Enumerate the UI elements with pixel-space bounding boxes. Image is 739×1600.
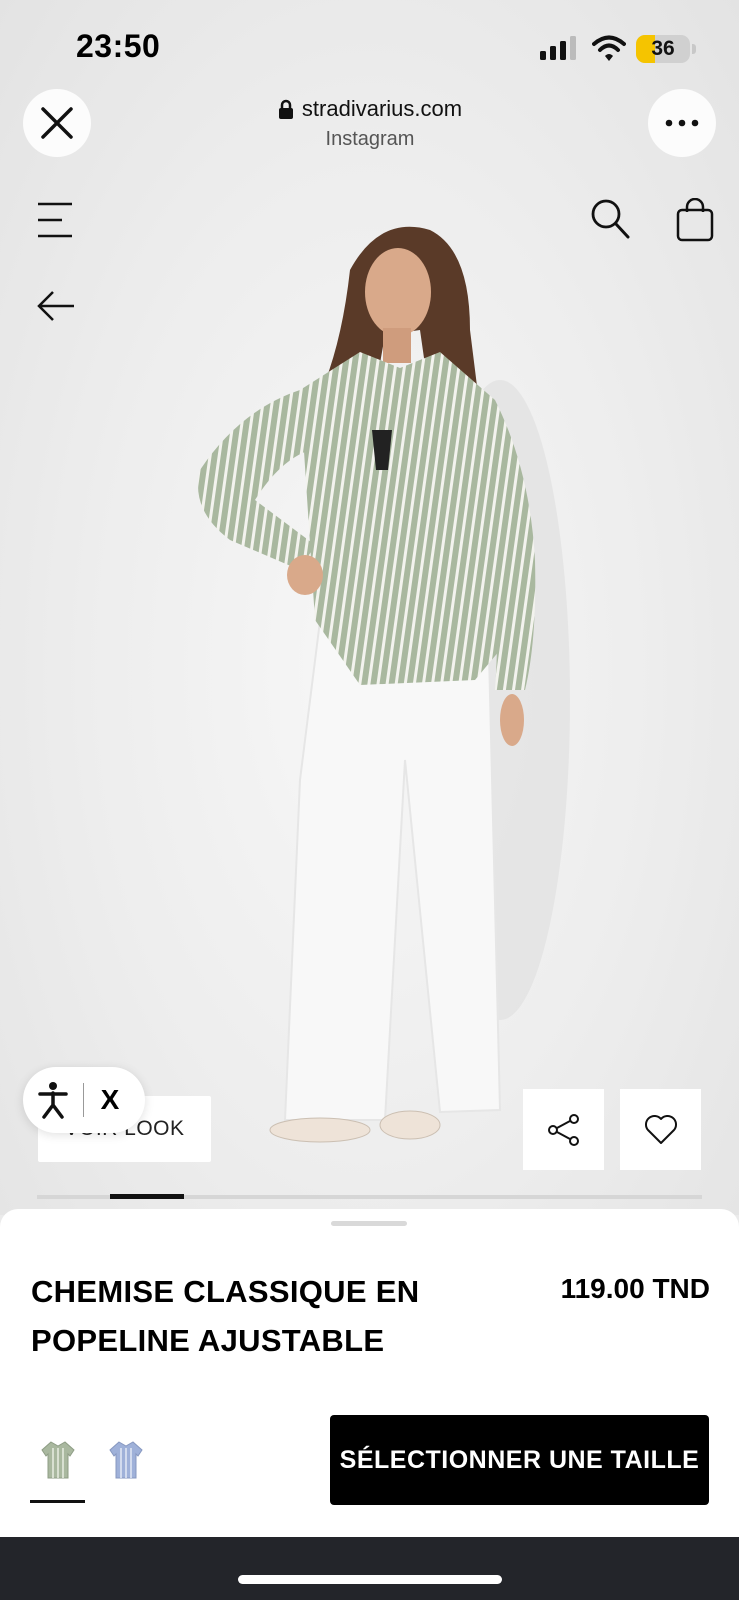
battery-indicator: 36: [636, 35, 690, 63]
source-app-label: Instagram: [325, 128, 415, 150]
close-icon: [41, 107, 73, 139]
more-options-button[interactable]: [648, 89, 716, 157]
gallery-progress: [37, 1194, 702, 1199]
cellular-signal-icon: [540, 36, 576, 60]
product-image[interactable]: [0, 0, 739, 1215]
share-icon: [547, 1113, 579, 1146]
product-info-sheet: CHEMISE CLASSIQUE EN POPELINE AJUSTABLE …: [0, 1209, 739, 1537]
battery-tip: [692, 44, 696, 54]
url-domain: stradivarius.com: [301, 96, 463, 121]
gallery-progress-current: [110, 1194, 184, 1199]
battery-level: 36: [651, 37, 675, 60]
color-swatch-green-stripe[interactable]: [31, 1429, 85, 1491]
product-title: CHEMISE CLASSIQUE EN POPELINE AJUSTABLE: [31, 1274, 420, 1358]
shirt-thumbnail-icon: [109, 1441, 143, 1479]
wifi-icon: [592, 35, 626, 61]
share-button[interactable]: [523, 1089, 604, 1170]
status-bar: 23:50 36: [0, 0, 739, 90]
lock-icon: [278, 99, 293, 119]
accessibility-widget[interactable]: X: [23, 1067, 145, 1133]
back-arrow-icon[interactable]: [36, 290, 76, 322]
heart-icon: [644, 1114, 677, 1144]
favorite-button[interactable]: [620, 1089, 701, 1170]
home-area: [0, 1537, 739, 1600]
accessibility-icon: [38, 1082, 68, 1119]
search-icon[interactable]: [590, 198, 630, 240]
shirt-thumbnail-icon: [41, 1441, 75, 1479]
home-indicator[interactable]: [238, 1575, 502, 1584]
more-icon: [665, 119, 699, 127]
menu-icon[interactable]: [36, 200, 74, 240]
model-photo: [198, 226, 570, 1143]
accessibility-close-button[interactable]: X: [84, 1084, 136, 1116]
color-swatch-blue-stripe[interactable]: [99, 1429, 153, 1491]
sheet-handle[interactable]: [331, 1221, 407, 1226]
selected-swatch-indicator: [30, 1500, 85, 1503]
select-size-button[interactable]: SÉLECTIONNER UNE TAILLE: [330, 1415, 709, 1505]
product-price: 119.00 TND: [560, 1273, 710, 1304]
status-time: 23:50: [76, 28, 161, 64]
shopping-bag-icon[interactable]: [676, 198, 714, 242]
close-browser-button[interactable]: [23, 89, 91, 157]
url-bar[interactable]: stradivarius.com Instagram: [200, 96, 540, 151]
